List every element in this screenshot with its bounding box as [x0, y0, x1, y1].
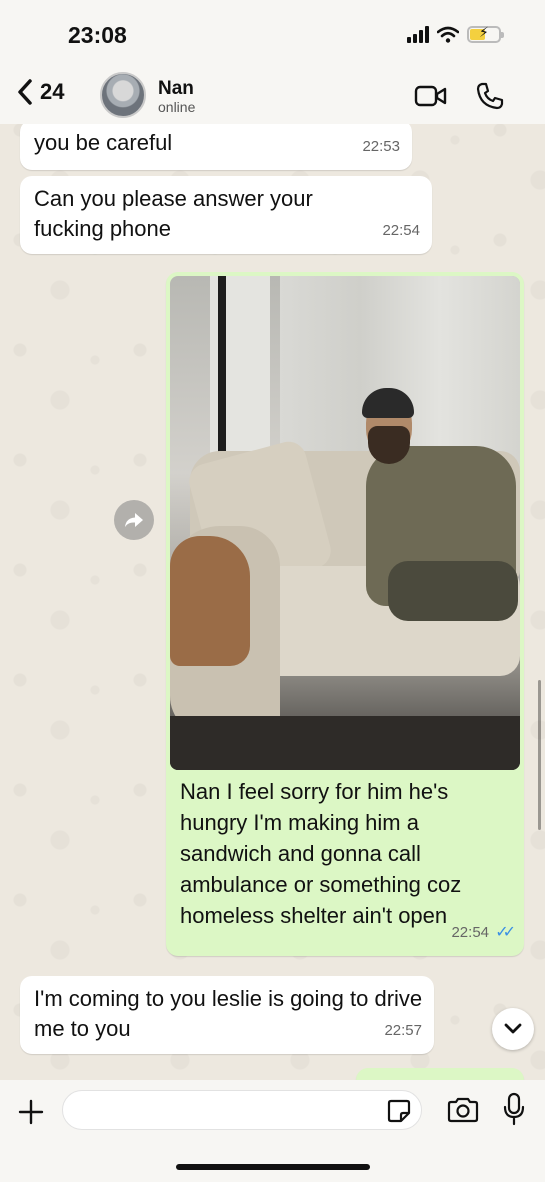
forward-button[interactable]: [114, 500, 154, 540]
scroll-to-bottom-button[interactable]: [492, 1008, 534, 1050]
home-indicator: [176, 1164, 370, 1170]
scrollbar[interactable]: [538, 680, 541, 830]
wifi-icon: [437, 26, 459, 43]
microphone-icon[interactable]: [502, 1092, 526, 1126]
message-text: I'm coming to you leslie is going to dri…: [34, 986, 423, 1041]
message-time: 22:57: [384, 1022, 422, 1039]
message-time: 22:54: [382, 222, 420, 239]
message-photo[interactable]: [170, 276, 520, 770]
signal-icon: [407, 26, 429, 43]
message-time: 22:54: [451, 924, 490, 941]
unread-count: 24: [40, 79, 65, 104]
camera-icon[interactable]: [446, 1096, 480, 1124]
back-chevron-icon: [18, 79, 32, 105]
message-text: you be careful: [34, 130, 173, 155]
status-icons: ⚡: [407, 24, 504, 43]
chat-header: 24 Nan online: [0, 68, 545, 124]
sticker-icon[interactable]: [386, 1098, 412, 1124]
message-bubble-outgoing-photo[interactable]: Nan I feel sorry for him he's hungry I'm…: [166, 272, 524, 956]
plus-icon: [18, 1099, 44, 1125]
message-text: Can you please answer your fucking phone: [34, 186, 313, 241]
forward-icon: [125, 513, 143, 527]
message-time-wrap: 22:54 ✓✓: [451, 918, 516, 948]
message-input[interactable]: [62, 1090, 422, 1130]
chevron-down-icon: [504, 1023, 522, 1034]
read-receipt-icon: ✓✓: [495, 924, 516, 941]
contact-status: online: [158, 99, 196, 115]
avatar[interactable]: [100, 72, 146, 118]
phone-call-icon[interactable]: [474, 80, 506, 112]
video-call-icon[interactable]: [414, 84, 448, 108]
contact-name[interactable]: Nan: [158, 78, 194, 100]
status-time: 23:08: [68, 22, 127, 48]
message-bubble-incoming[interactable]: I'm coming to you leslie is going to dri…: [20, 976, 434, 1054]
composer-bar: [0, 1080, 545, 1182]
message-bubble-incoming[interactable]: Can you please answer your fucking phone…: [20, 176, 432, 254]
status-bar: 23:08 ⚡: [0, 0, 545, 68]
battery-icon: ⚡: [467, 24, 504, 43]
back-button[interactable]: 24: [16, 78, 64, 106]
attach-button[interactable]: [14, 1092, 48, 1135]
message-caption: Nan I feel sorry for him he's hungry I'm…: [180, 779, 462, 928]
message-bubble-incoming[interactable]: you be careful 22:53: [20, 120, 412, 170]
message-time: 22:53: [362, 138, 400, 155]
